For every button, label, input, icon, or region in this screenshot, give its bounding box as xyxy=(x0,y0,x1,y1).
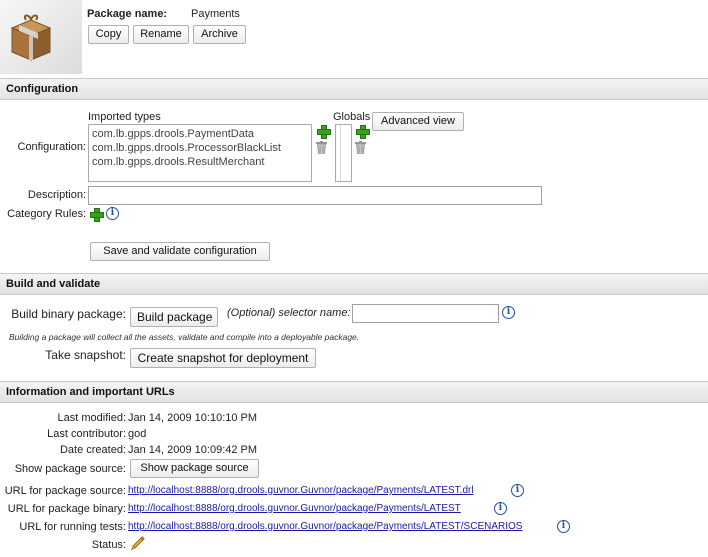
url-tests-info-icon[interactable]: i xyxy=(557,520,570,533)
create-snapshot-button[interactable]: Create snapshot for deployment xyxy=(130,348,316,368)
build-package-button[interactable]: Build package xyxy=(130,307,218,327)
build-binary-label: Build binary package: xyxy=(11,307,126,321)
imported-type-item[interactable]: com.lb.gpps.drools.PaymentData xyxy=(92,127,308,141)
url-source-link[interactable]: http://localhost:8888/org.drools.guvnor.… xyxy=(128,485,474,496)
archive-button[interactable]: Archive xyxy=(193,25,246,44)
build-hint-text: Building a package will collect all the … xyxy=(9,332,360,342)
show-source-label: Show package source: xyxy=(14,463,126,475)
imported-type-item[interactable]: com.lb.gpps.drools.ProcessorBlackList xyxy=(92,141,308,155)
status-label: Status: xyxy=(91,539,126,551)
last-contributor-label: Last contributor: xyxy=(47,428,126,440)
category-rules-info-icon[interactable]: i xyxy=(106,207,119,220)
add-global-icon[interactable] xyxy=(356,125,370,139)
category-rules-label: Category Rules: xyxy=(7,208,86,220)
rename-button[interactable]: Rename xyxy=(133,25,189,44)
last-contributor-value: god xyxy=(128,428,147,440)
url-binary-link[interactable]: http://localhost:8888/org.drools.guvnor.… xyxy=(128,503,461,514)
build-section-header: Build and validate xyxy=(0,273,708,295)
add-category-rule-icon[interactable] xyxy=(90,208,104,222)
url-tests-label: URL for running tests: xyxy=(19,521,126,533)
url-binary-label: URL for package binary: xyxy=(7,503,126,515)
url-binary-info-icon[interactable]: i xyxy=(494,502,507,515)
url-source-info-icon[interactable]: i xyxy=(511,484,524,497)
copy-button[interactable]: Copy xyxy=(88,25,129,44)
selector-name-label: (Optional) selector name: xyxy=(227,307,351,319)
globals-label: Globals xyxy=(333,111,371,123)
last-modified-value: Jan 14, 2009 10:10:10 PM xyxy=(128,412,258,424)
info-section-header: Information and important URLs xyxy=(0,381,708,403)
add-import-icon[interactable] xyxy=(317,125,331,139)
package-name-value: Payments xyxy=(191,8,240,20)
delete-import-icon[interactable] xyxy=(316,141,327,154)
package-box-icon xyxy=(10,14,52,61)
imported-types-list[interactable]: com.lb.gpps.drools.PaymentData com.lb.gp… xyxy=(88,124,312,182)
imported-types-label: Imported types xyxy=(88,111,161,123)
selector-info-icon[interactable]: i xyxy=(502,306,515,319)
imported-type-item[interactable]: com.lb.gpps.drools.ResultMerchant xyxy=(92,155,308,169)
configuration-label: Configuration: xyxy=(17,141,87,153)
date-created-value: Jan 14, 2009 10:09:42 PM xyxy=(128,444,258,456)
advanced-view-button[interactable]: Advanced view xyxy=(372,112,464,131)
globals-list-divider xyxy=(340,125,341,181)
save-validate-config-button[interactable]: Save and validate configuration xyxy=(90,242,270,261)
url-tests-link[interactable]: http://localhost:8888/org.drools.guvnor.… xyxy=(128,521,522,532)
description-input[interactable] xyxy=(88,186,542,205)
date-created-label: Date created: xyxy=(59,444,126,456)
delete-global-icon[interactable] xyxy=(355,141,366,154)
pencil-icon[interactable] xyxy=(130,536,145,551)
description-label: Description: xyxy=(27,189,86,201)
configuration-section-header: Configuration xyxy=(0,78,708,100)
package-name-label: Package name: xyxy=(87,8,168,20)
show-package-source-button[interactable]: Show package source xyxy=(130,459,259,478)
take-snapshot-label: Take snapshot: xyxy=(45,348,126,362)
selector-name-input[interactable] xyxy=(352,304,499,323)
last-modified-label: Last modified: xyxy=(57,412,126,424)
url-source-label: URL for package source: xyxy=(4,485,126,497)
globals-list[interactable] xyxy=(335,124,352,182)
